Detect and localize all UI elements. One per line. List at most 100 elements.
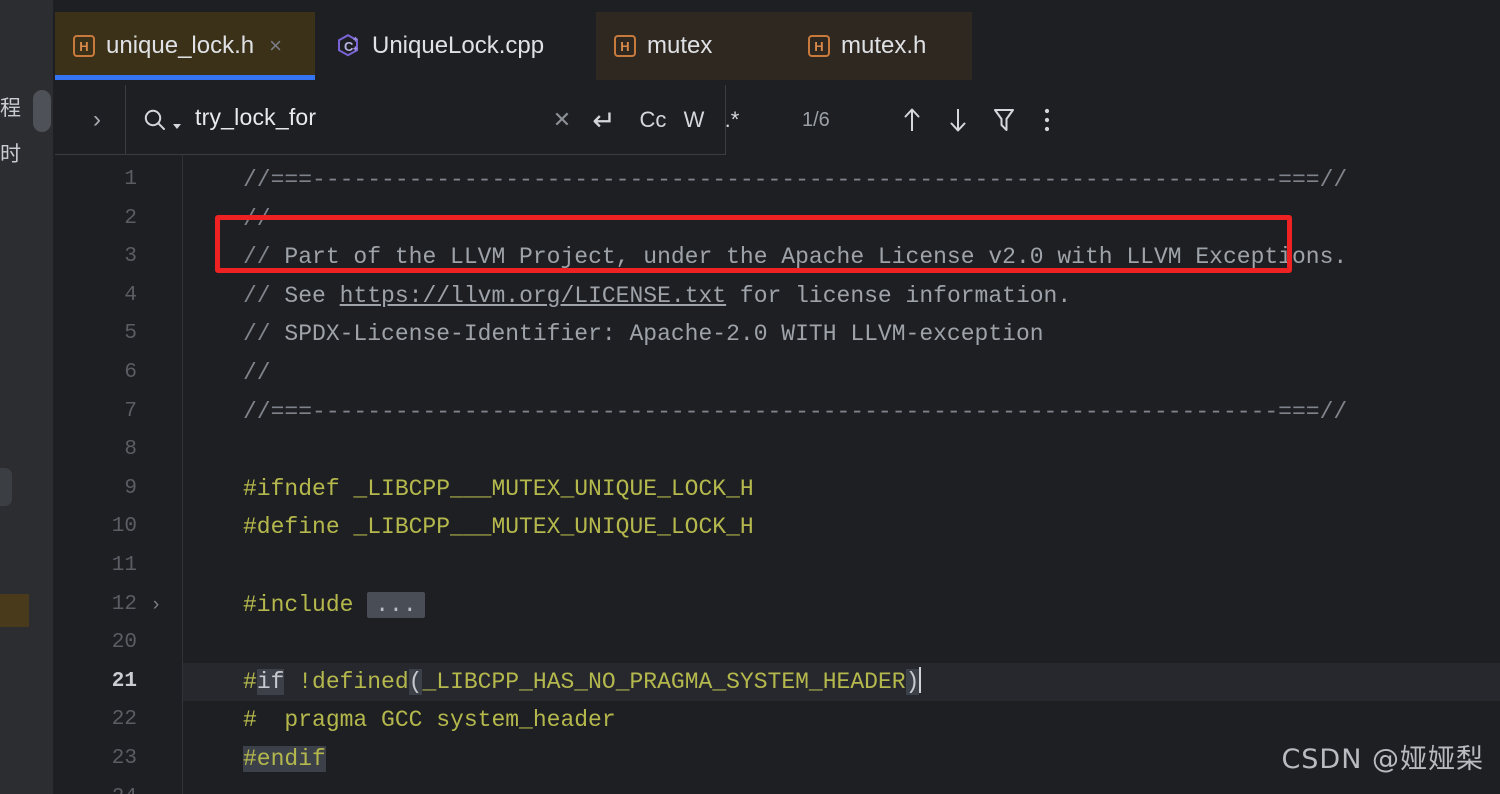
code-token: // — [243, 282, 285, 309]
scrollbar-handle[interactable] — [33, 90, 51, 132]
code-line[interactable]: #if !defined(_LIBCPP_HAS_NO_PRAGMA_SYSTE… — [183, 662, 1500, 702]
code-token: https://llvm.org/LICENSE.txt — [339, 282, 727, 309]
chevron-right-icon[interactable]: › — [71, 85, 123, 155]
code-line[interactable] — [183, 624, 1500, 663]
line-number: 10 — [111, 515, 137, 539]
line-number: 7 — [124, 399, 137, 423]
cpp-file-icon: C — [335, 33, 361, 59]
line-number: 22 — [111, 708, 137, 732]
header-file-icon: H — [73, 35, 95, 57]
code-token: # pragma GCC system_header — [243, 707, 616, 734]
code-editor[interactable]: 123456789101112›2021222324 //===--------… — [55, 155, 1500, 794]
tab-label: unique_lock.h — [106, 32, 255, 59]
line-number: 1 — [124, 168, 137, 191]
clear-search-button[interactable]: ✕ — [545, 85, 579, 155]
line-number: 11 — [111, 554, 137, 577]
code-token: // — [243, 205, 271, 232]
code-token: Part of the LLVM Project, under the Apac… — [284, 244, 1348, 271]
code-line[interactable] — [183, 779, 1500, 794]
left-tool-rail: 程 时 — [0, 0, 55, 794]
rail-pill-secondary[interactable] — [0, 468, 12, 506]
code-token: //===-----------------------------------… — [243, 167, 1348, 193]
code-line[interactable]: //===-----------------------------------… — [183, 161, 1500, 200]
code-token: See — [284, 282, 340, 309]
code-line[interactable]: // SPDX-License-Identifier: Apache-2.0 W… — [183, 315, 1500, 354]
header-file-icon: H — [614, 35, 636, 57]
tab-mutex[interactable]: H mutex — [596, 12, 786, 80]
code-token: // — [243, 244, 285, 271]
tab-label: mutex — [647, 32, 713, 59]
code-token: // — [243, 321, 285, 348]
find-previous-button[interactable] — [890, 85, 934, 155]
tab-label: mutex.h — [841, 32, 927, 59]
watermark: CSDN @娅娅梨 — [1281, 744, 1484, 775]
code-line[interactable]: #ifndef _LIBCPP___MUTEX_UNIQUE_LOCK_H — [183, 470, 1500, 509]
line-number: 23 — [111, 747, 137, 770]
header-file-icon: H — [808, 35, 830, 57]
active-tab-underline — [55, 75, 315, 80]
line-number: 4 — [124, 283, 137, 307]
code-line[interactable] — [183, 547, 1500, 586]
multiline-toggle-button[interactable]: ↵ — [585, 85, 623, 155]
line-number: 24 — [57, 779, 137, 794]
toolbar-divider-left — [125, 85, 126, 155]
line-number: 5 — [124, 322, 137, 346]
code-token: #define — [243, 514, 354, 541]
toolbar-divider-right — [725, 85, 726, 155]
code-line[interactable]: // Part of the LLVM Project, under the A… — [183, 238, 1500, 277]
tab-unique-lock-h[interactable]: H unique_lock.h × — [55, 12, 315, 80]
code-line[interactable]: // — [183, 354, 1500, 393]
tab-uniquelock-cpp[interactable]: C UniqueLock.cpp — [317, 12, 592, 80]
search-icon[interactable] — [141, 107, 183, 135]
code-token: #endif — [243, 746, 326, 772]
regex-button[interactable]: .* — [715, 85, 749, 155]
code-area[interactable]: //===-----------------------------------… — [183, 155, 1500, 794]
code-token: !defined — [284, 668, 409, 695]
code-token: ) — [905, 668, 920, 695]
search-input[interactable]: try_lock_for — [195, 104, 316, 136]
code-token — [919, 666, 922, 693]
line-number-gutter: 123456789101112›2021222324 — [55, 155, 183, 794]
match-case-button[interactable]: Cc — [631, 85, 675, 155]
code-line[interactable] — [183, 431, 1500, 470]
code-line[interactable]: // See https://llvm.org/LICENSE.txt for … — [183, 277, 1500, 316]
match-counter: 1/6 — [802, 108, 830, 131]
more-options-icon[interactable] — [1027, 85, 1067, 155]
find-next-button[interactable] — [936, 85, 980, 155]
code-token: //===-----------------------------------… — [243, 398, 1348, 425]
svg-text:C: C — [344, 39, 354, 54]
line-number: 9 — [124, 476, 137, 500]
code-token: # — [243, 668, 257, 695]
code-line[interactable]: #define _LIBCPP___MUTEX_UNIQUE_LOCK_H — [183, 508, 1500, 547]
code-token: ( — [408, 668, 423, 695]
line-number: 12 — [111, 592, 137, 616]
rail-label-bottom: 时 — [0, 142, 21, 166]
ide-window: 程 时 H unique_lock.h × C UniqueLock.cpp H… — [0, 0, 1500, 794]
code-token: _LIBCPP_HAS_NO_PRAGMA_SYSTEM_HEADER — [422, 668, 906, 695]
line-number: 6 — [124, 361, 137, 384]
whole-words-button[interactable]: W — [677, 85, 711, 155]
code-token: _LIBCPP___MUTEX_UNIQUE_LOCK_H — [353, 514, 754, 541]
fold-toggle-icon[interactable]: › — [145, 586, 167, 625]
code-line[interactable]: //===-----------------------------------… — [183, 393, 1500, 432]
line-number: 3 — [124, 245, 137, 269]
find-toolbar: › try_lock_for ✕ ↵ Cc W .* 1/6 — [55, 85, 1500, 155]
code-token: _LIBCPP___MUTEX_UNIQUE_LOCK_H — [353, 475, 754, 502]
rail-label-top: 程 — [0, 96, 21, 120]
code-line[interactable]: # pragma GCC system_header — [183, 701, 1500, 740]
close-icon[interactable]: × — [269, 35, 282, 57]
tab-mutex-h[interactable]: H mutex.h — [790, 12, 972, 80]
code-token: #include — [243, 591, 368, 618]
line-number: 21 — [111, 669, 137, 693]
tab-label: UniqueLock.cpp — [372, 32, 545, 59]
editor-tab-bar: H unique_lock.h × C UniqueLock.cpp H mut… — [55, 0, 1500, 85]
rail-marker-block — [0, 594, 29, 627]
code-token: #ifndef — [243, 475, 354, 502]
code-token: for license information. — [726, 282, 1072, 309]
code-token: if — [256, 668, 285, 695]
line-number: 20 — [111, 631, 137, 655]
filter-icon[interactable] — [982, 85, 1026, 155]
code-line[interactable]: #include ... — [183, 586, 1500, 625]
line-number: 2 — [124, 206, 137, 230]
code-line[interactable]: // — [183, 200, 1500, 239]
